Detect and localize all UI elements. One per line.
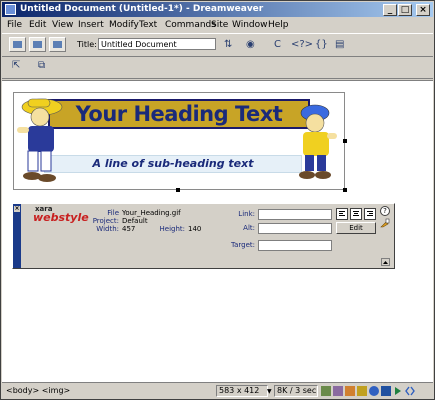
banner-subheading: A line of sub-heading text: [92, 157, 254, 170]
preview-browser-icon[interactable]: ◉: [246, 38, 255, 51]
menu-insert[interactable]: Insert: [78, 19, 104, 31]
show-design-view-icon[interactable]: [49, 37, 66, 52]
minimize-button[interactable]: _: [383, 4, 397, 16]
menu-window[interactable]: Window: [232, 19, 268, 31]
assets-icon[interactable]: [333, 386, 343, 396]
show-code-view-icon[interactable]: [9, 37, 26, 52]
property-inspector: × xara webstyle File Your_Heading.gif Pr…: [12, 203, 395, 269]
alt-label: Alt:: [243, 224, 255, 232]
window-size-dropdown-icon[interactable]: ▼: [267, 388, 272, 395]
link-input[interactable]: [258, 209, 332, 220]
target-label: Target:: [230, 241, 255, 249]
menu-file[interactable]: File: [7, 19, 22, 31]
close-button[interactable]: ×: [416, 4, 430, 16]
align-left-icon[interactable]: [336, 208, 348, 220]
insert-object-icon[interactable]: ⇱: [12, 59, 20, 72]
edit-button[interactable]: Edit: [336, 222, 376, 234]
align-right-icon[interactable]: [364, 208, 376, 220]
window-size-field[interactable]: 583 x 412: [216, 385, 268, 397]
resize-handle-corner[interactable]: [343, 188, 347, 192]
menu-bar: File Edit View Insert Modify Text Comman…: [2, 18, 433, 32]
download-stats: 8K / 3 sec: [274, 385, 318, 397]
app-icon: [5, 4, 16, 15]
window-title: Untitled Document (Untitled-1*) - Dreamw…: [20, 4, 264, 14]
timelines-icon[interactable]: [393, 386, 403, 396]
code-navigation-icon[interactable]: {}: [315, 38, 328, 51]
target-input[interactable]: [258, 240, 332, 251]
tag-selector[interactable]: <body> <img>: [6, 386, 70, 396]
align-center-icon[interactable]: [350, 208, 362, 220]
banner-heading-box: Your Heading Text: [48, 99, 310, 129]
width-value: 457: [122, 225, 136, 233]
document-canvas[interactable]: Your Heading Text A line of sub-heading …: [2, 80, 433, 382]
banner-heading: Your Heading Text: [75, 102, 283, 126]
resize-handle-right[interactable]: [343, 139, 347, 143]
logo-webstyle: webstyle: [33, 211, 89, 224]
menu-commands[interactable]: Commands: [165, 19, 216, 31]
menu-modify[interactable]: Modify: [109, 19, 139, 31]
behaviors-icon[interactable]: [369, 386, 379, 396]
maximize-button[interactable]: □: [398, 4, 412, 16]
code-inspector-icon[interactable]: [405, 386, 415, 396]
status-bar: <body> <img> 583 x 412 ▼ 8K / 3 sec: [2, 382, 433, 399]
layout-icon[interactable]: ⧉: [38, 59, 45, 72]
reference-icon[interactable]: <?>: [291, 38, 313, 51]
html-styles-icon[interactable]: [345, 386, 355, 396]
inspector-collapse-bar[interactable]: ×: [13, 204, 21, 268]
history-icon[interactable]: [381, 386, 391, 396]
banner-image[interactable]: Your Heading Text A line of sub-heading …: [13, 92, 345, 190]
help-icon[interactable]: ?: [380, 206, 390, 216]
banner-subheading-box: A line of sub-heading text: [44, 155, 302, 173]
left-cartoon-figure: [17, 98, 63, 182]
height-value: 140: [188, 225, 202, 233]
title-bar: Untitled Document (Untitled-1*) - Dreamw…: [2, 2, 433, 17]
alt-input[interactable]: [258, 223, 332, 234]
menu-text[interactable]: Text: [139, 19, 157, 31]
width-label: Width:: [96, 225, 119, 233]
secondary-toolbar: ⇱ ⧉: [2, 56, 433, 79]
view-options-icon[interactable]: ▤: [335, 38, 344, 51]
menu-view[interactable]: View: [52, 19, 73, 31]
menu-help[interactable]: Help: [268, 19, 289, 31]
title-label: Title:: [77, 40, 97, 49]
site-icon[interactable]: [321, 386, 331, 396]
code-design-view-icon[interactable]: [29, 37, 46, 52]
height-label: Height:: [159, 225, 186, 233]
expand-inspector-icon[interactable]: [381, 258, 390, 266]
right-cartoon-figure: [299, 104, 337, 179]
file-management-icon[interactable]: ⇅: [224, 38, 232, 51]
resize-handle-bottom[interactable]: [176, 188, 180, 192]
quick-tag-editor-icon[interactable]: [380, 218, 390, 228]
link-label: Link:: [238, 210, 255, 218]
title-input[interactable]: Untitled Document: [98, 38, 216, 50]
document-toolbar: Title: Untitled Document ⇅ ◉ C <?> {} ▤: [2, 33, 433, 57]
menu-site[interactable]: Site: [211, 19, 228, 31]
menu-edit[interactable]: Edit: [29, 19, 46, 31]
css-styles-icon[interactable]: [357, 386, 367, 396]
refresh-icon[interactable]: C: [274, 38, 281, 51]
dreamweaver-window: Untitled Document (Untitled-1*) - Dreamw…: [0, 0, 435, 400]
